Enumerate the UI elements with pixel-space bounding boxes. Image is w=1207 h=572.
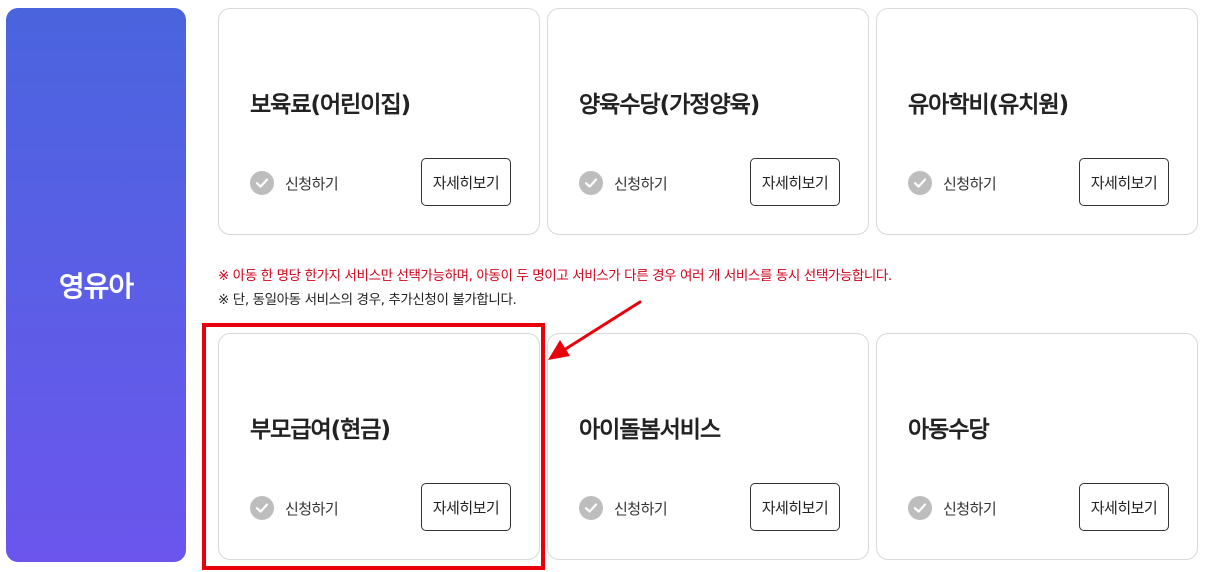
details-button[interactable]: 자세히보기 <box>421 483 511 531</box>
annotation-arrow-icon <box>548 300 642 360</box>
service-card-child-allowance: 아동수당 신청하기 자세히보기 <box>876 333 1198 560</box>
apply-checkbox[interactable]: 신청하기 <box>579 496 668 520</box>
details-button[interactable]: 자세히보기 <box>421 158 511 206</box>
check-icon <box>908 496 932 520</box>
card-title: 보육료(어린이집) <box>250 92 411 118</box>
service-card-parent-benefit: 부모급여(현금) 신청하기 자세히보기 <box>218 333 540 560</box>
details-button[interactable]: 자세히보기 <box>1079 158 1169 206</box>
apply-checkbox[interactable]: 신청하기 <box>579 171 668 195</box>
apply-label: 신청하기 <box>614 174 668 193</box>
notice-line-1: ※ 아동 한 명당 한가지 서비스만 선택가능하며, 아동이 두 명이고 서비스… <box>218 268 892 284</box>
check-icon <box>908 171 932 195</box>
apply-checkbox[interactable]: 신청하기 <box>908 496 997 520</box>
check-icon <box>250 171 274 195</box>
apply-label: 신청하기 <box>943 174 997 193</box>
apply-label: 신청하기 <box>614 499 668 518</box>
check-icon <box>250 496 274 520</box>
card-title: 부모급여(현금) <box>250 417 391 443</box>
service-card-childcare-fee: 보육료(어린이집) 신청하기 자세히보기 <box>218 8 540 235</box>
apply-checkbox[interactable]: 신청하기 <box>250 496 339 520</box>
service-card-kindergarten-fee: 유아학비(유치원) 신청하기 자세히보기 <box>876 8 1198 235</box>
apply-checkbox[interactable]: 신청하기 <box>250 171 339 195</box>
service-card-child-care-service: 아이돌봄서비스 신청하기 자세히보기 <box>547 333 869 560</box>
details-button[interactable]: 자세히보기 <box>750 158 840 206</box>
category-sidebar: 영유아 <box>6 8 186 562</box>
apply-label: 신청하기 <box>285 174 339 193</box>
apply-label: 신청하기 <box>943 499 997 518</box>
category-title: 영유아 <box>58 270 134 303</box>
check-icon <box>579 496 603 520</box>
service-card-home-care-allowance: 양육수당(가정양육) 신청하기 자세히보기 <box>547 8 869 235</box>
details-button[interactable]: 자세히보기 <box>750 483 840 531</box>
details-button[interactable]: 자세히보기 <box>1079 483 1169 531</box>
card-title: 양육수당(가정양육) <box>579 92 760 118</box>
card-title: 아동수당 <box>908 417 990 443</box>
card-title: 아이돌봄서비스 <box>579 417 721 443</box>
check-icon <box>579 171 603 195</box>
apply-checkbox[interactable]: 신청하기 <box>908 171 997 195</box>
card-title: 유아학비(유치원) <box>908 92 1069 118</box>
apply-label: 신청하기 <box>285 499 339 518</box>
